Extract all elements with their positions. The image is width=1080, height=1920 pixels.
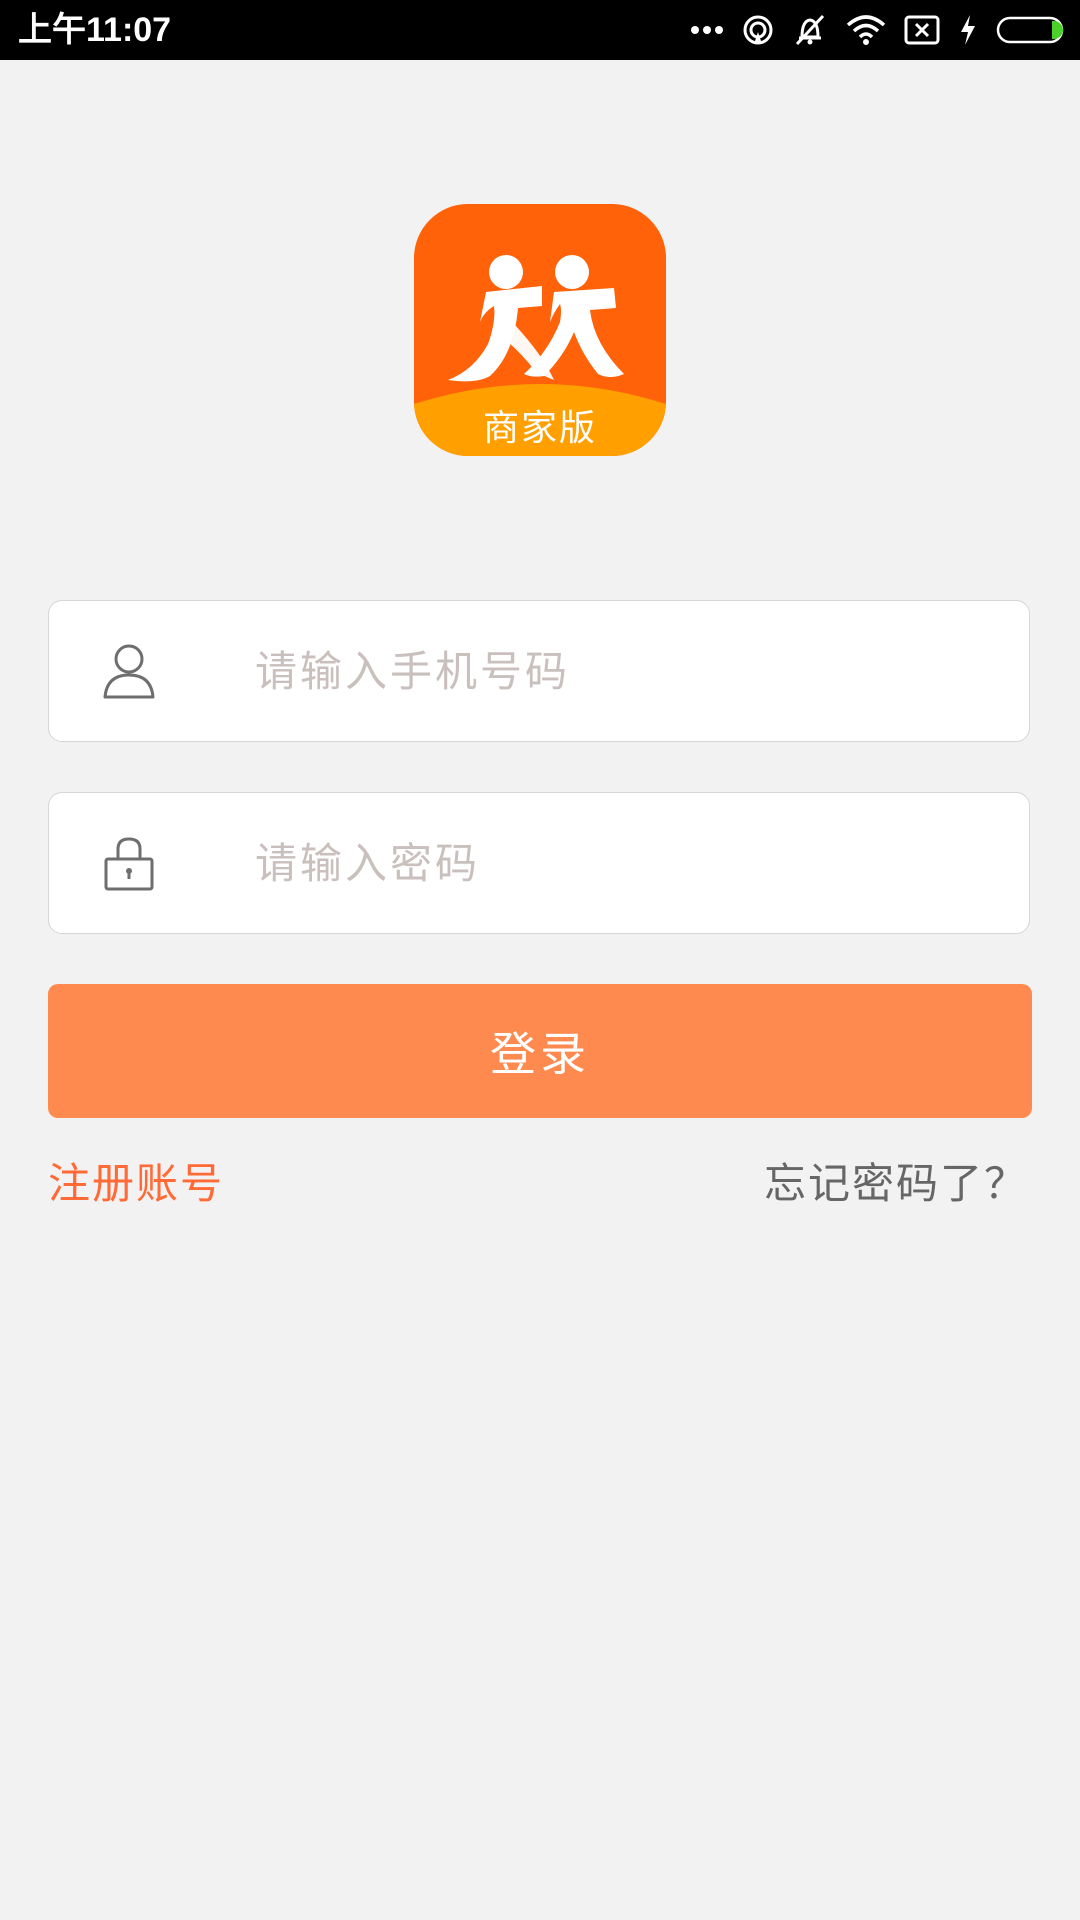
forgot-password-link[interactable]: 忘记密码了？ <box>764 1150 1028 1211</box>
battery-icon <box>996 16 1064 44</box>
wifi-icon <box>846 15 886 45</box>
phone-input[interactable] <box>205 601 985 741</box>
password-input[interactable] <box>205 793 985 933</box>
lock-icon <box>104 837 154 891</box>
status-icons <box>690 0 1066 60</box>
no-sim-icon <box>904 15 940 45</box>
register-link[interactable]: 注册账号 <box>48 1150 224 1211</box>
user-icon <box>103 644 155 699</box>
app-logo: 商家版 <box>414 204 666 456</box>
hotspot-icon <box>743 15 773 45</box>
charging-icon <box>961 15 975 45</box>
status-bar: 上午11:07 <box>0 0 1080 60</box>
phone-field[interactable] <box>48 600 1030 742</box>
login-button[interactable]: 登录 <box>48 984 1032 1118</box>
password-field[interactable] <box>48 792 1030 934</box>
vibrate-icon <box>795 14 825 46</box>
status-time: 上午11:07 <box>18 11 172 49</box>
logo-caption: 商家版 <box>482 408 597 449</box>
more-dots-icon <box>691 26 723 34</box>
